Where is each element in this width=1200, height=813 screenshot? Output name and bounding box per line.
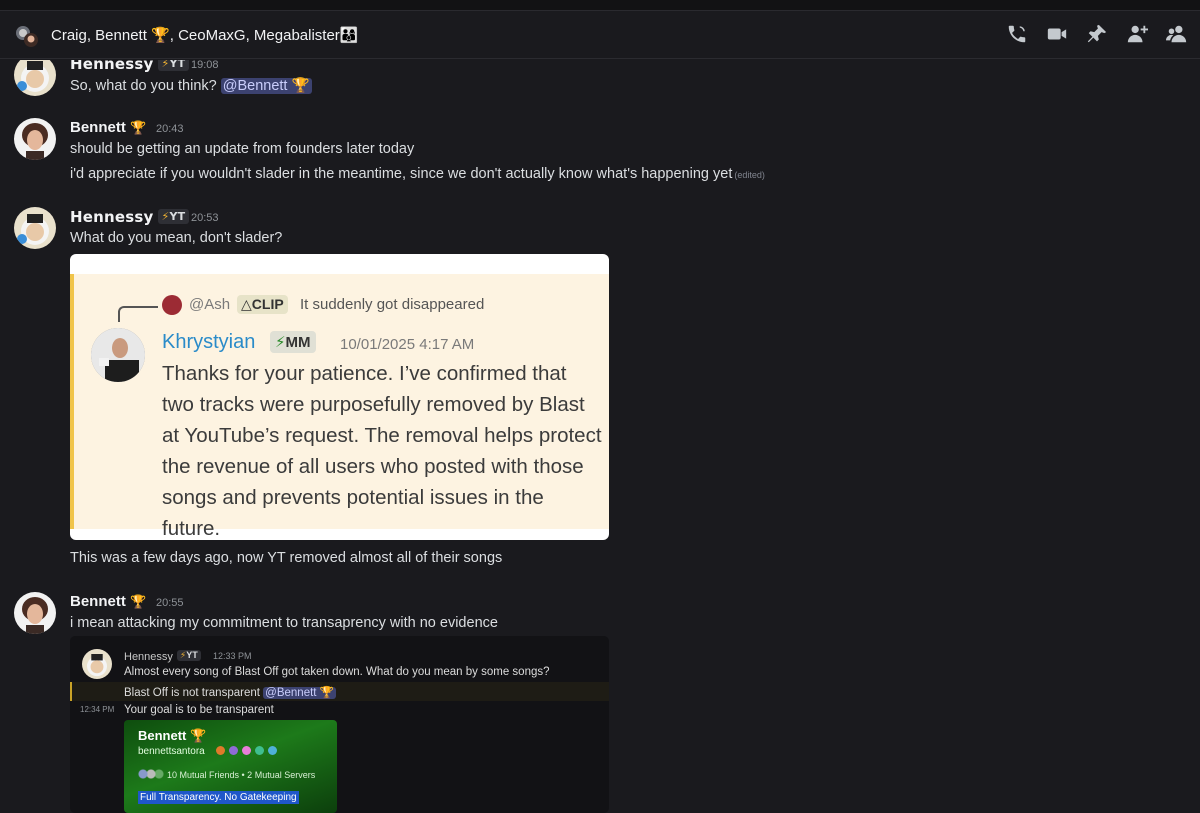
quoted-avatar <box>91 328 145 382</box>
badge-icon <box>216 746 225 755</box>
user-mention[interactable]: @Bennett 🏆 <box>220 78 312 94</box>
message-timestamp[interactable]: 20:43 <box>156 123 184 135</box>
trophy-icon: 🏆 <box>130 120 147 135</box>
role-tag-label: YT <box>186 650 198 660</box>
message-text: should be getting an update from founder… <box>70 141 415 157</box>
message-text: i mean attacking my commitment to transa… <box>70 615 498 631</box>
role-tag: ⚡YT <box>157 60 190 71</box>
badge-icon <box>255 746 264 755</box>
mutual-info: 10 Mutual Friends • 2 Mutual Servers <box>138 769 315 780</box>
reply-role-tag: △CLIP <box>237 295 288 314</box>
badge-icon <box>229 746 238 755</box>
message-timestamp[interactable]: 20:53 <box>191 212 219 224</box>
quoted-role-tag: ⚡MM <box>270 331 316 353</box>
author-name[interactable]: Hennessy <box>70 60 154 73</box>
author-name[interactable]: Hennessy <box>70 208 154 226</box>
author-name[interactable]: Bennett <box>70 593 126 610</box>
video-icon[interactable] <box>1046 23 1070 47</box>
message-author[interactable]: Hennessy ⚡YT <box>70 60 190 73</box>
badge-icon <box>268 746 277 755</box>
message-text: i'd appreciate if you wouldn't slader in… <box>70 166 733 182</box>
pin-icon[interactable] <box>1086 23 1110 47</box>
reply-author: @Ash <box>189 296 231 313</box>
quoted-text: Blast Off is not transparent <box>124 687 260 699</box>
mutual-avatars-icon <box>138 769 164 779</box>
quoted-author: Hennessy ⚡YT <box>124 650 201 663</box>
quoted-avatar <box>82 649 112 679</box>
author-name[interactable]: Bennett <box>70 119 126 136</box>
edited-label: (edited) <box>734 170 765 180</box>
message-text: What do you mean, don't slader? <box>70 230 283 246</box>
message-author[interactable]: Bennett 🏆 <box>70 119 146 136</box>
quoted-timestamp: 12:33 PM <box>213 651 252 661</box>
profile-badges <box>216 746 277 755</box>
profile-username: bennettsantora <box>138 746 205 757</box>
message-timestamp[interactable]: 19:08 <box>191 60 219 71</box>
message-timestamp[interactable]: 20:55 <box>156 597 184 609</box>
screenshot-attachment[interactable]: Hennessy ⚡YT 12:33 PM Almost every song o… <box>70 636 609 813</box>
quoted-line: Blast Off is not transparent @Bennett 🏆 <box>124 685 336 699</box>
role-tag-label: YT <box>169 210 186 223</box>
quoted-timestamp: 12:34 PM <box>80 705 115 714</box>
dm-title: Craig, Bennett 🏆, CeoMaxG, Megabalister👨… <box>51 27 359 44</box>
quoted-line: Almost every song of Blast Off got taken… <box>124 666 550 678</box>
add-member-icon[interactable] <box>1126 23 1150 47</box>
members-icon[interactable] <box>1166 23 1190 47</box>
user-mention: @Bennett 🏆 <box>263 687 336 699</box>
header-toolbar <box>1006 23 1190 47</box>
group-avatar-icon[interactable] <box>14 23 40 49</box>
avatar[interactable] <box>14 60 56 96</box>
profile-card: Bennett 🏆 bennettsantora 10 Mutual Frien… <box>124 720 337 813</box>
trophy-icon: 🏆 <box>130 594 147 609</box>
badge-icon <box>242 746 251 755</box>
role-tag-label: YT <box>169 60 186 70</box>
avatar[interactable] <box>14 118 56 160</box>
quoted-author-name: Hennessy <box>124 651 173 663</box>
message-content: i'd appreciate if you wouldn't slader in… <box>70 166 765 182</box>
mutual-text: 10 Mutual Friends • 2 Mutual Servers <box>167 770 316 780</box>
reply-preview: It suddenly got disappeared <box>300 296 485 313</box>
reply-avatar <box>162 295 182 315</box>
window-top-strip <box>0 0 1200 11</box>
dm-header: Craig, Bennett 🏆, CeoMaxG, Megabalister👨… <box>0 11 1200 59</box>
profile-name: Bennett 🏆 <box>138 728 207 743</box>
avatar[interactable] <box>14 207 56 249</box>
quoted-message-panel: @Ash △CLIP It suddenly got disappeared K… <box>70 274 609 540</box>
profile-bio: Full Transparency. No Gatekeeping <box>138 791 299 804</box>
quoted-timestamp: 10/01/2025 4:17 AM <box>340 336 475 353</box>
role-tag: ⚡YT <box>157 209 190 224</box>
quoted-role-label: MM <box>285 334 311 351</box>
message-author[interactable]: Hennessy ⚡YT <box>70 208 190 226</box>
message-content: So, what do you think? @Bennett 🏆 <box>70 77 312 94</box>
reply-role-label: CLIP <box>251 296 284 312</box>
role-tag: ⚡YT <box>176 650 201 661</box>
message-text: So, what do you think? <box>70 78 217 94</box>
quoted-body: Thanks for your patience. I’ve confirmed… <box>162 362 602 540</box>
screenshot-attachment[interactable]: @Ash △CLIP It suddenly got disappeared K… <box>70 254 609 540</box>
quoted-line: Your goal is to be transparent <box>124 704 274 716</box>
clip-icon: △ <box>241 296 252 312</box>
message-text: This was a few days ago, now YT removed … <box>70 550 503 566</box>
reply-connector <box>118 306 158 322</box>
quoted-author: Khrystyian <box>162 331 256 353</box>
message-author[interactable]: Bennett 🏆 <box>70 593 146 610</box>
bolt-icon: ⚡ <box>275 334 286 351</box>
avatar[interactable] <box>14 592 56 634</box>
call-icon[interactable] <box>1006 23 1030 47</box>
message-list: Hennessy ⚡YT 19:08 So, what do you think?… <box>0 60 1200 813</box>
